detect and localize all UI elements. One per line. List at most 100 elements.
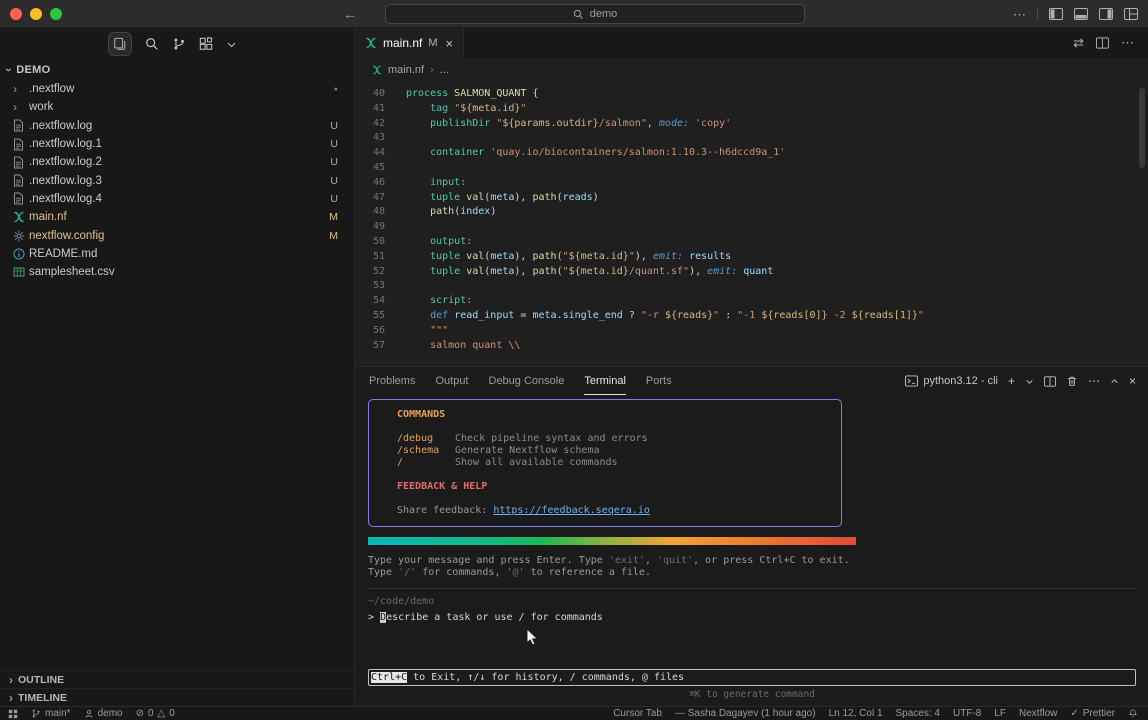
git-branch-status[interactable]: main*	[31, 708, 71, 719]
line-number: 53	[355, 279, 385, 294]
zoom-window-button[interactable]	[50, 8, 62, 20]
panel-tab-terminal[interactable]: Terminal	[584, 367, 626, 395]
tab-main-nf[interactable]: main.nf M ×	[355, 28, 464, 58]
terminal-view[interactable]: COMMANDS /debugCheck pipeline syntax and…	[355, 395, 1148, 706]
source-control-icon[interactable]	[172, 37, 186, 51]
status-item-nextflow[interactable]: Nextflow	[1019, 708, 1057, 719]
tree-item-work[interactable]: ›work	[0, 98, 354, 116]
status-item-prettier[interactable]: ✓Prettier	[1070, 708, 1115, 719]
compare-changes-icon[interactable]: ⇄	[1073, 35, 1084, 51]
toggle-primary-sidebar-icon[interactable]	[1049, 8, 1063, 20]
toggle-panel-icon[interactable]	[1074, 8, 1088, 20]
divider	[1037, 8, 1038, 20]
maximize-panel-icon[interactable]	[1110, 377, 1119, 386]
doc-file-icon	[13, 192, 29, 205]
line-number: 48	[355, 205, 385, 220]
search-icon[interactable]	[145, 37, 159, 51]
sidebar-section-timeline[interactable]: ›TIMELINE	[0, 688, 354, 706]
chevron-down-icon[interactable]	[226, 39, 237, 50]
status-item-utf-8[interactable]: UTF-8	[953, 708, 981, 719]
problems-status[interactable]: ⊘ 0 △ 0	[136, 708, 175, 719]
git-decoration-badge: M	[329, 211, 338, 223]
chevron-down-icon: ›	[2, 68, 16, 72]
editor-scrollbar[interactable]	[1139, 88, 1145, 168]
new-terminal-icon[interactable]: +	[1008, 375, 1015, 387]
divider	[368, 588, 1136, 589]
terminal-shell-selector[interactable]: python3.12 - cli	[905, 375, 998, 387]
line-number: 47	[355, 191, 385, 206]
close-panel-icon[interactable]: ×	[1129, 375, 1136, 387]
panel-header: Problems Output Debug Console Terminal Ports…	[355, 367, 1148, 395]
git-decoration-badge: M	[329, 230, 338, 242]
close-tab-icon[interactable]: ×	[446, 36, 454, 51]
editor-group: main.nf M × ⇄ ⋯ main.nf › ... 40process …	[355, 28, 1148, 706]
status-item-sasha-dagayev-1-hour-ago[interactable]: — Sasha Dagayev (1 hour ago)	[675, 708, 816, 719]
line-number: 40	[355, 87, 385, 102]
status-item-cursor-tab[interactable]: Cursor Tab	[613, 708, 662, 719]
notifications-bell[interactable]	[1128, 708, 1138, 719]
tree-item--nextflow-log-3[interactable]: .nextflow.log.3U	[0, 171, 354, 189]
workspace-status[interactable]: demo	[84, 708, 123, 719]
prompt-text: Describe a task or use / for commands	[380, 612, 603, 623]
tree-item--nextflow-log[interactable]: .nextflow.logU	[0, 117, 354, 135]
tree-item--nextflow-log-1[interactable]: .nextflow.log.1U	[0, 135, 354, 153]
git-decoration-badge: U	[330, 120, 338, 132]
status-item-ln-12-col-1[interactable]: Ln 12, Col 1	[829, 708, 883, 719]
terminal-input-box[interactable]: Ctrl+C to Exit, ↑/↓ for history, / comma…	[368, 669, 1136, 686]
panel-tab-ports[interactable]: Ports	[646, 367, 672, 395]
status-item-lf[interactable]: LF	[994, 708, 1006, 719]
command-center-search[interactable]: demo	[385, 4, 805, 24]
panel-tab-problems[interactable]: Problems	[369, 367, 415, 395]
tree-item-nextflow-config[interactable]: nextflow.configM	[0, 226, 354, 244]
line-number: 56	[355, 324, 385, 339]
line-number: 45	[355, 161, 385, 176]
check-icon: ✓	[1070, 708, 1078, 719]
more-actions-icon[interactable]: ⋯	[1121, 35, 1134, 51]
terminal-help-box: COMMANDS /debugCheck pipeline syntax and…	[368, 399, 842, 527]
code-line: 50 output:	[355, 235, 1148, 250]
terminal-shell-label: python3.12 - cli	[923, 375, 998, 387]
panel-tabs: Problems Output Debug Console Terminal Ports	[369, 367, 672, 395]
split-terminal-icon[interactable]	[1044, 376, 1056, 387]
chevron-right-icon: ›	[9, 673, 13, 687]
tree-item-readme-md[interactable]: README.md	[0, 245, 354, 263]
customize-layout-icon[interactable]	[1124, 8, 1138, 20]
sidebar-section-outline[interactable]: ›OUTLINE	[0, 670, 354, 688]
tree-item--nextflow-log-2[interactable]: .nextflow.log.2U	[0, 153, 354, 171]
tree-item--nextflow[interactable]: ›.nextflow●	[0, 80, 354, 98]
nextflow-file-icon	[13, 211, 29, 223]
hint-rest: to Exit, ↑/↓ for history, / commands, @ …	[407, 672, 684, 683]
explorer-icon[interactable]	[108, 32, 132, 56]
status-item-spaces-4[interactable]: Spaces: 4	[896, 708, 940, 719]
panel-tab-debug-console[interactable]: Debug Console	[489, 367, 565, 395]
remote-indicator[interactable]	[8, 709, 18, 719]
split-editor-icon[interactable]	[1096, 37, 1109, 49]
kill-terminal-icon[interactable]	[1066, 375, 1078, 387]
feedback-link[interactable]: https://feedback.seqera.io	[493, 505, 650, 516]
breadcrumb-symbol[interactable]: ...	[440, 64, 449, 76]
line-number: 43	[355, 131, 385, 146]
tree-item-main-nf[interactable]: main.nfM	[0, 208, 354, 226]
code-editor[interactable]: 40process SALMON_QUANT {41 tag "${meta.i…	[355, 82, 1148, 366]
more-actions-icon[interactable]: ⋯	[1088, 375, 1100, 387]
command-row: /Show all available commands	[397, 457, 833, 469]
more-actions-icon[interactable]: ⋯	[1013, 8, 1026, 21]
panel-tab-output[interactable]: Output	[435, 367, 468, 395]
terminal-prompt-line[interactable]: > Describe a task or use / for commands	[368, 611, 1136, 624]
close-window-button[interactable]	[10, 8, 22, 20]
back-icon[interactable]: ←	[343, 6, 357, 22]
gear-file-icon	[13, 230, 29, 242]
feedback-header: FEEDBACK & HELP	[397, 481, 833, 493]
tree-item-samplesheet-csv[interactable]: samplesheet.csv	[0, 263, 354, 281]
minimize-window-button[interactable]	[30, 8, 42, 20]
code-line: 49	[355, 220, 1148, 235]
extensions-icon[interactable]	[199, 37, 213, 51]
blank-line	[397, 421, 833, 433]
workbench: › DEMO ›.nextflow●›work.nextflow.logU.ne…	[0, 28, 1148, 706]
chevron-down-icon[interactable]	[1025, 377, 1034, 386]
tree-item--nextflow-log-4[interactable]: .nextflow.log.4U	[0, 190, 354, 208]
chevron-right-icon: ›	[13, 100, 29, 114]
toggle-secondary-sidebar-icon[interactable]	[1099, 8, 1113, 20]
explorer-section-header[interactable]: › DEMO	[0, 60, 354, 80]
breadcrumb-file[interactable]: main.nf	[388, 64, 424, 76]
